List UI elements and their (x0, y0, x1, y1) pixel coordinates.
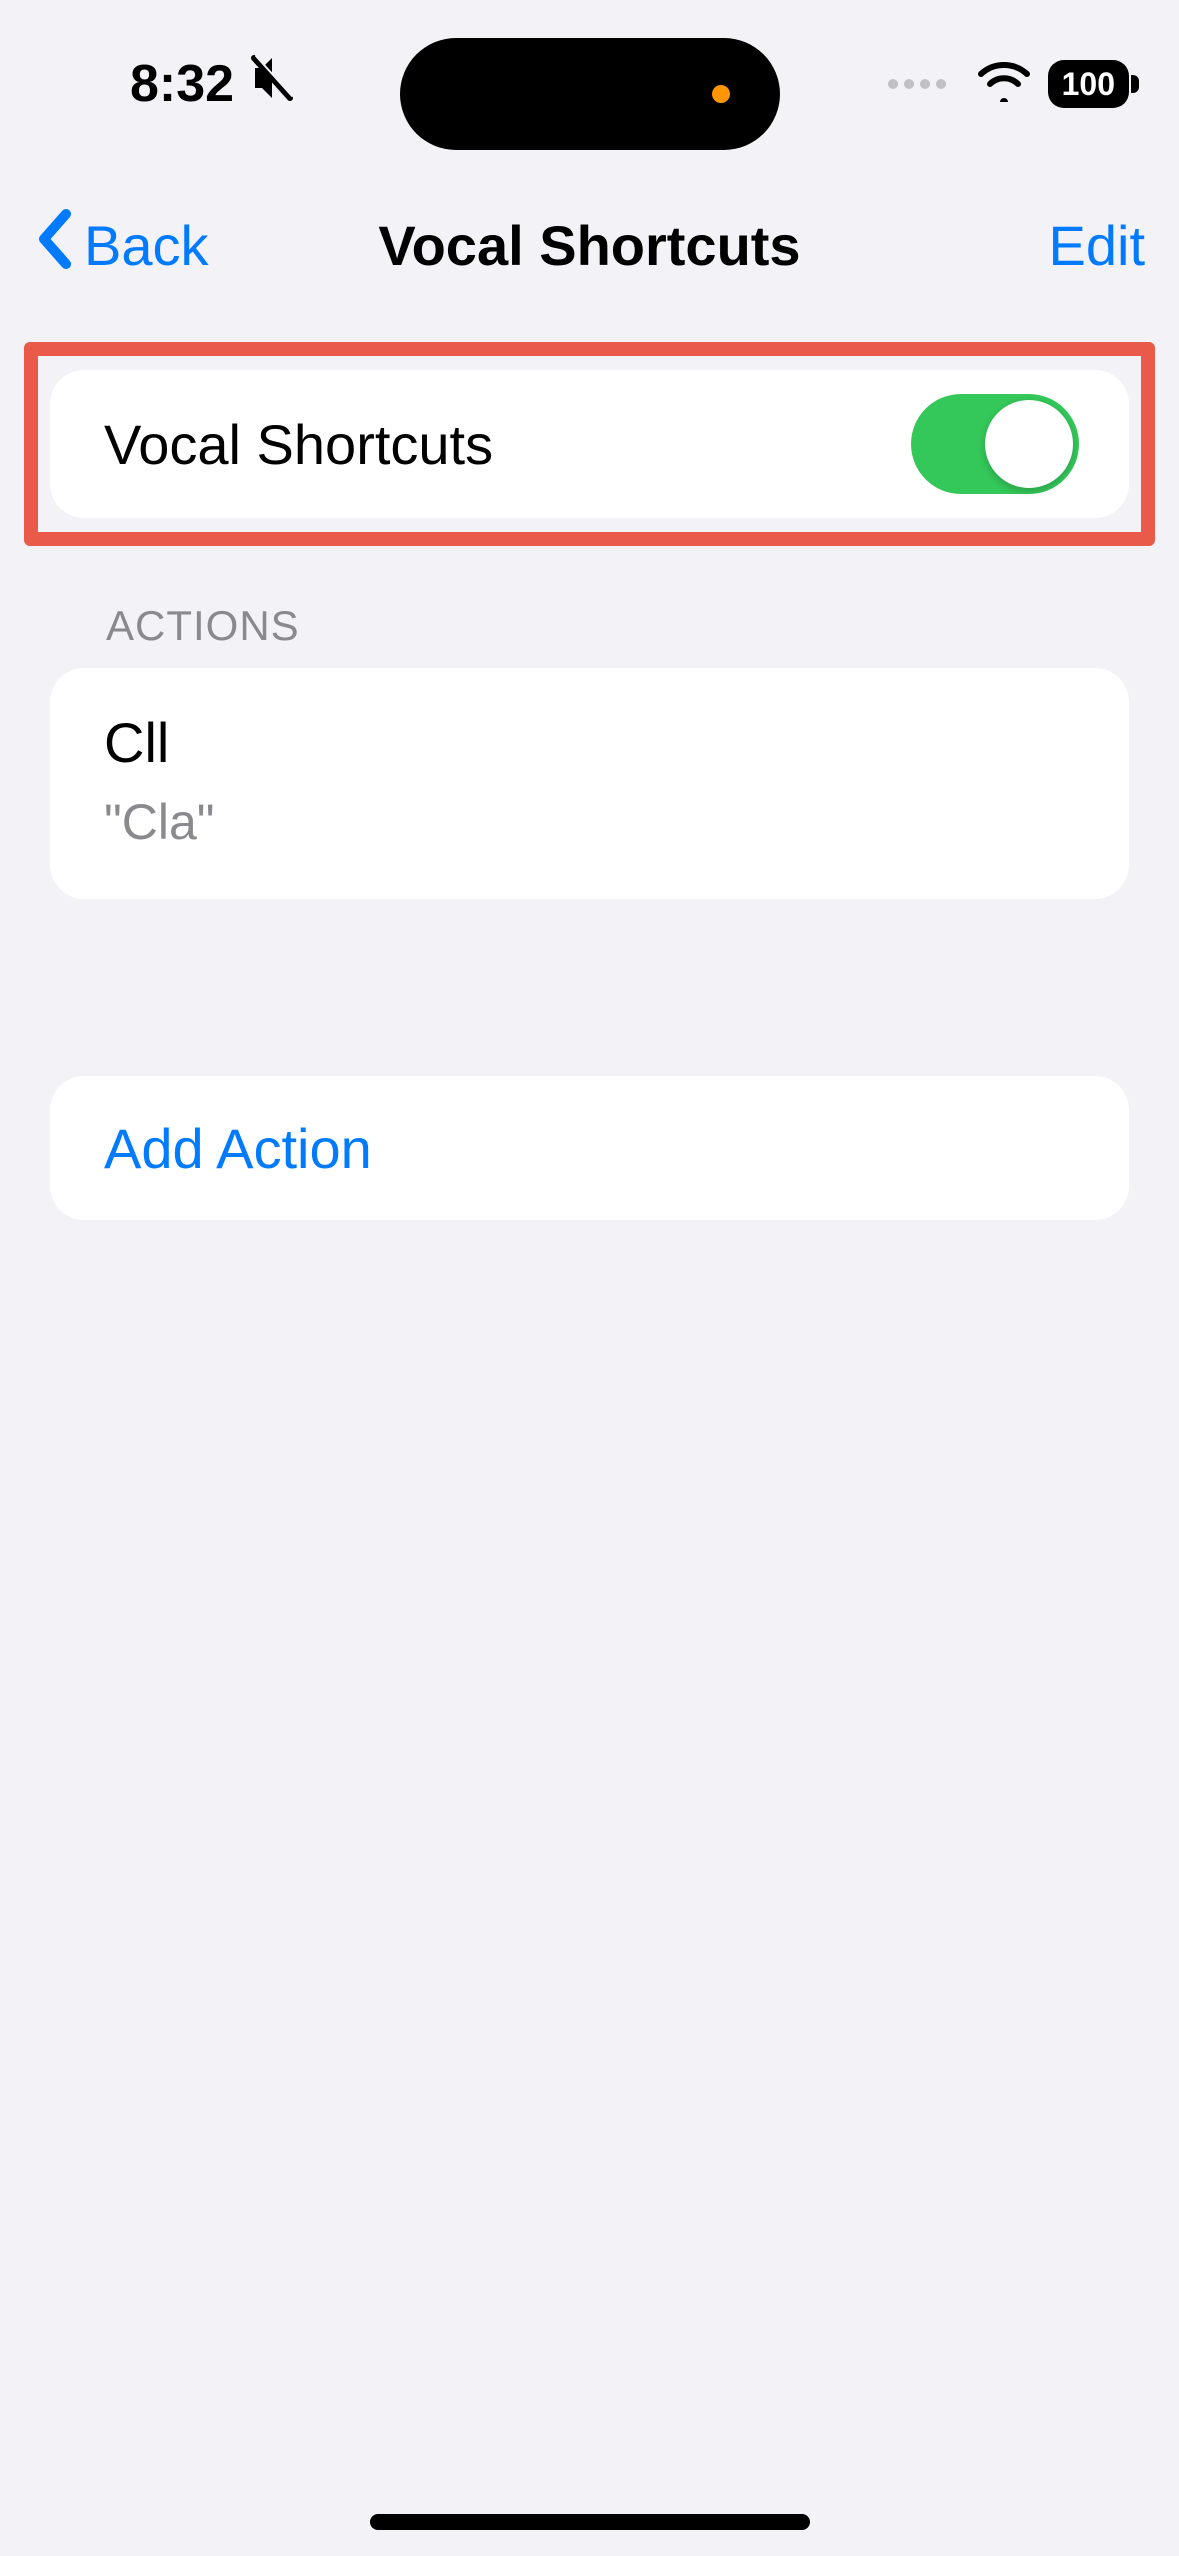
status-left: 8:32 (130, 54, 294, 115)
battery-level: 100 (1062, 68, 1115, 100)
silent-mode-icon (250, 54, 294, 115)
actions-section: ACTIONS Cll "Cla" (50, 602, 1129, 899)
orange-indicator-dot (712, 85, 730, 103)
add-action-button[interactable]: Add Action (50, 1076, 1129, 1220)
vocal-shortcuts-cell[interactable]: Vocal Shortcuts (50, 370, 1129, 518)
back-label: Back (84, 213, 209, 278)
action-subtitle: "Cla" (104, 793, 1075, 851)
vocal-shortcuts-group: Vocal Shortcuts (50, 370, 1129, 518)
actions-header: ACTIONS (50, 602, 1129, 668)
vocal-shortcuts-toggle[interactable] (911, 394, 1079, 494)
status-right: 100 (888, 60, 1129, 108)
status-bar: 8:32 100 (0, 0, 1179, 168)
actions-group: Cll "Cla" (50, 668, 1129, 899)
highlight-annotation: Vocal Shortcuts (24, 342, 1155, 546)
chevron-left-icon (34, 208, 74, 283)
action-item[interactable]: Cll "Cla" (50, 668, 1129, 899)
navigation-bar: Back Vocal Shortcuts Edit (0, 190, 1179, 300)
wifi-icon (978, 62, 1030, 107)
add-action-label: Add Action (104, 1116, 372, 1181)
home-indicator[interactable] (370, 2514, 810, 2530)
edit-button[interactable]: Edit (1049, 213, 1146, 278)
action-title: Cll (104, 710, 1075, 775)
back-button[interactable]: Back (34, 208, 209, 283)
status-time: 8:32 (130, 54, 234, 114)
battery-indicator: 100 (1048, 60, 1129, 108)
dynamic-island (400, 38, 780, 150)
add-action-group: Add Action (50, 1076, 1129, 1220)
page-dots-indicator (888, 79, 946, 89)
vocal-shortcuts-label: Vocal Shortcuts (104, 412, 493, 477)
add-action-section: Add Action (50, 1076, 1129, 1220)
toggle-knob (985, 400, 1073, 488)
